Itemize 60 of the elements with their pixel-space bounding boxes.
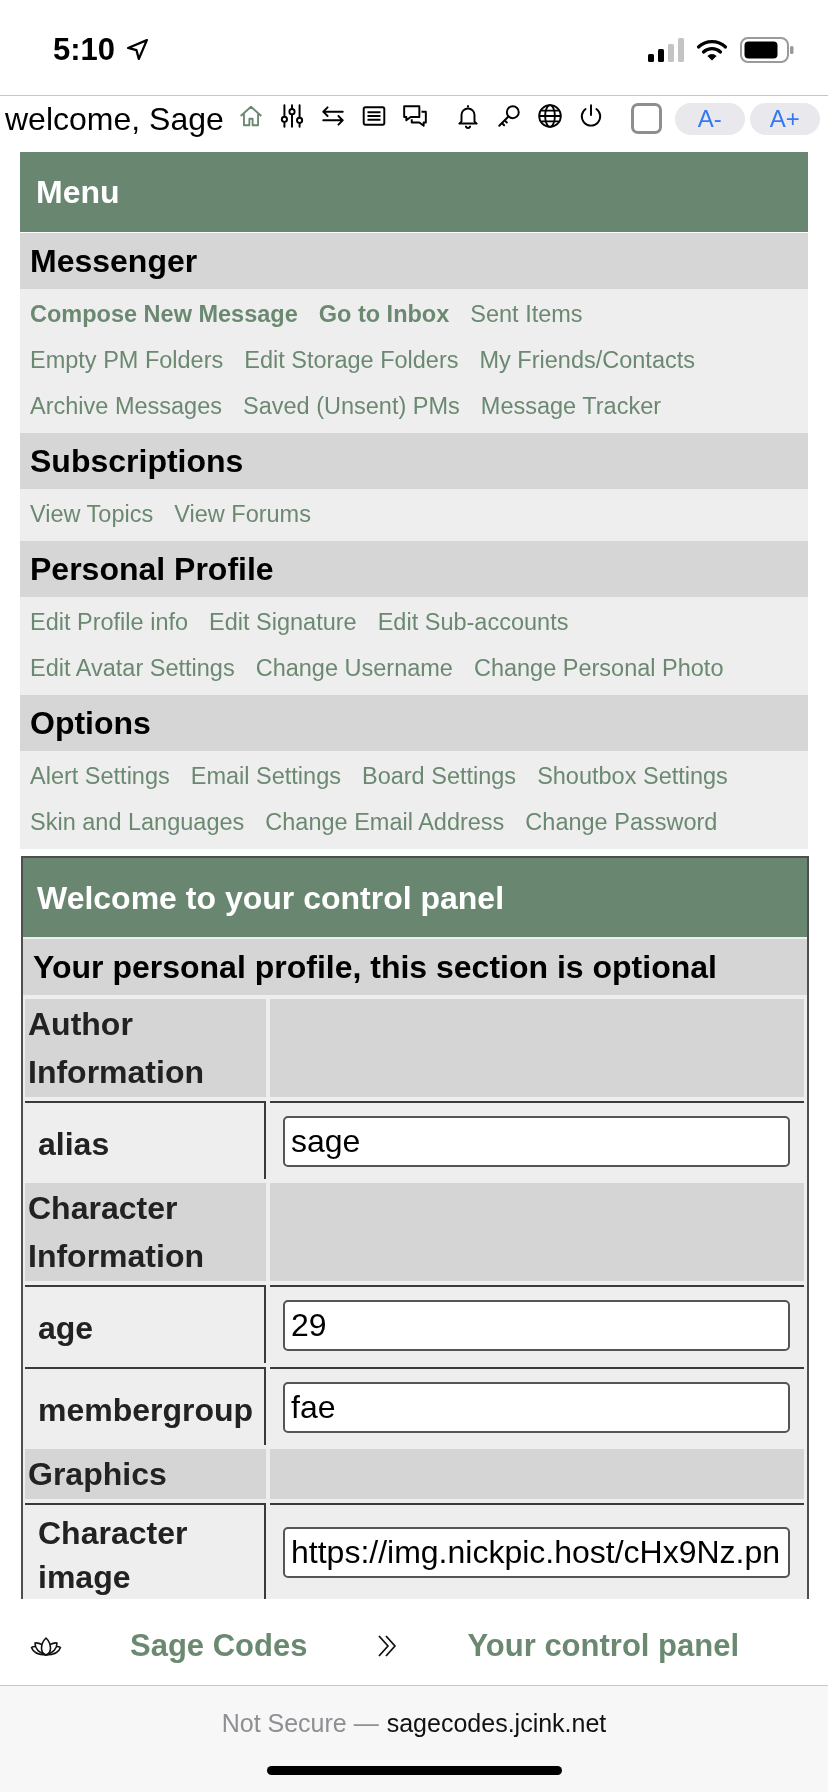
- group-label: Graphics: [25, 1449, 266, 1499]
- status-time: 5:10: [53, 34, 116, 65]
- section-header: Subscriptions: [20, 433, 808, 489]
- menu-link[interactable]: My Friends/Contacts: [479, 338, 695, 384]
- key-icon[interactable]: [495, 102, 522, 129]
- checkbox[interactable]: [630, 103, 662, 134]
- menu-link[interactable]: Sent Items: [470, 292, 583, 338]
- menu-link[interactable]: Shoutbox Settings: [537, 754, 728, 800]
- text-field[interactable]: fae: [283, 1381, 790, 1433]
- menu-link[interactable]: Edit Sub-accounts: [377, 600, 569, 646]
- menu-link[interactable]: Change Password: [525, 800, 718, 846]
- section-header: Personal Profile: [20, 541, 808, 597]
- menu-link[interactable]: Board Settings: [361, 754, 517, 800]
- field-label: membergroup: [25, 1367, 266, 1445]
- menu-link[interactable]: Message Tracker: [480, 384, 662, 430]
- breadcrumb-link[interactable]: Sage Codes: [130, 1630, 308, 1661]
- text-field[interactable]: https://img.nickpic.host/cHx9Nz.pn: [283, 1526, 790, 1578]
- menu-link[interactable]: Email Settings: [190, 754, 341, 800]
- menu-link[interactable]: View Forums: [174, 492, 311, 538]
- font-size-button[interactable]: A+: [749, 102, 820, 135]
- menu-link[interactable]: Change Username: [255, 646, 453, 692]
- sliders-icon[interactable]: [278, 102, 305, 129]
- group-label: Character Information: [25, 1183, 266, 1281]
- field-label: age: [25, 1285, 266, 1363]
- breadcrumb-link[interactable]: Your control panel: [467, 1630, 739, 1661]
- section-header: Messenger: [20, 233, 808, 289]
- section-header: Options: [20, 695, 808, 751]
- security-label: Not Secure —: [221, 1708, 379, 1738]
- menu-link[interactable]: Alert Settings: [30, 754, 170, 800]
- domain-text[interactable]: sagecodes.jcink.net: [386, 1708, 607, 1738]
- signal-icon: [648, 37, 684, 62]
- menu-link[interactable]: Empty PM Folders: [30, 338, 224, 384]
- chat-icon[interactable]: [401, 102, 428, 129]
- menu-link[interactable]: Edit Signature: [209, 600, 357, 646]
- menu-link[interactable]: View Topics: [30, 492, 154, 538]
- location-arrow-icon: [125, 37, 151, 62]
- group-label: Author Information: [25, 999, 266, 1097]
- menu-link[interactable]: Saved (Unsent) PMs: [243, 384, 460, 430]
- lotus-icon: [30, 1634, 62, 1657]
- font-size-button[interactable]: A-: [674, 102, 745, 135]
- menu-link[interactable]: Compose New Message: [30, 292, 298, 338]
- globe-icon[interactable]: [536, 102, 563, 129]
- menu-link[interactable]: Skin and Languages: [30, 800, 245, 846]
- menu-link[interactable]: Edit Profile info: [30, 600, 189, 646]
- menu-header: Menu: [20, 152, 808, 232]
- menu-link[interactable]: Archive Messages: [30, 384, 222, 430]
- menu-link[interactable]: Edit Storage Folders: [244, 338, 459, 384]
- menu-link[interactable]: Go to Inbox: [318, 292, 450, 338]
- text-field[interactable]: 29: [283, 1299, 790, 1351]
- menu-link[interactable]: Change Personal Photo: [473, 646, 724, 692]
- menu-link[interactable]: Change Email Address: [265, 800, 505, 846]
- wifi-icon: [696, 37, 728, 62]
- field-label: alias: [25, 1101, 266, 1179]
- battery-icon: [740, 36, 794, 63]
- text-field[interactable]: sage: [283, 1115, 790, 1167]
- field-label: Character image: [25, 1503, 266, 1599]
- greeting-text: welcome, Sage: [4, 102, 224, 135]
- panel-header: Welcome to your control panel: [23, 858, 807, 937]
- panel-subheader: Your personal profile, this section is optional: [23, 939, 807, 995]
- menu-link[interactable]: Edit Avatar Settings: [30, 646, 235, 692]
